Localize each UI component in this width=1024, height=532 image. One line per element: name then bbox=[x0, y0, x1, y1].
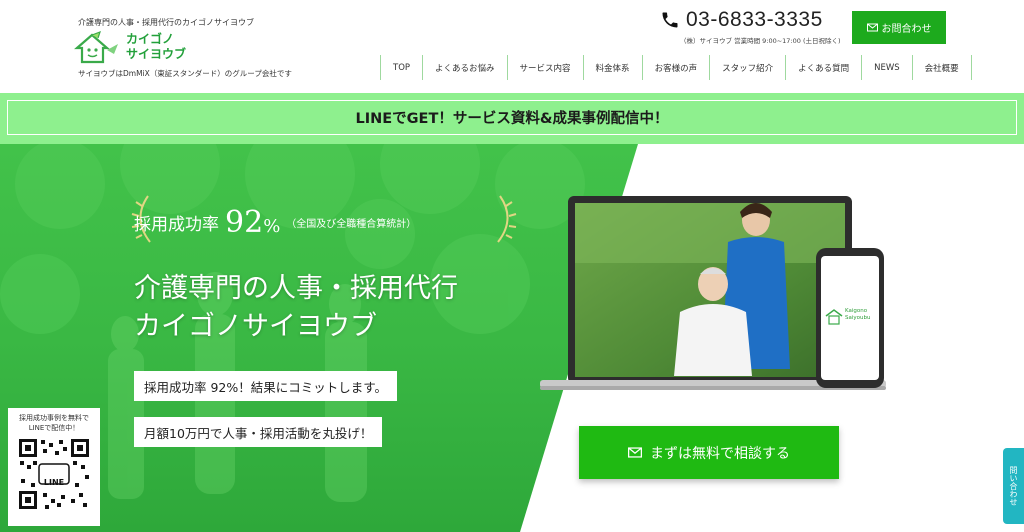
side-contact-tab[interactable]: 問い合わせ bbox=[1003, 448, 1024, 524]
success-rate-label: 採用成功率 bbox=[134, 214, 219, 235]
hero-title-line-2: カイゴノサイヨウブ bbox=[134, 311, 377, 342]
site-logo[interactable]: カイゴノ サイヨウブ bbox=[74, 30, 214, 66]
cta-label: まずは無料で相談する bbox=[650, 445, 790, 462]
phone-logo: Kaigono Saiyoubu bbox=[845, 308, 870, 322]
qr-caption: 採用成功事例を無料で LINEで配信中！ bbox=[8, 413, 100, 433]
phone-logo-line-1: Kaigono bbox=[845, 308, 868, 314]
mail-icon bbox=[866, 23, 878, 32]
nav-item-services[interactable]: サービス内容 bbox=[506, 55, 583, 80]
nav-item-company[interactable]: 会社概要 bbox=[911, 55, 972, 80]
logo-line-2: サイヨウブ bbox=[126, 47, 187, 61]
hero-section: Kaigono Saiyoubu 採用成功率 92% （全国及び全職種合算統計）… bbox=[0, 144, 1024, 532]
nav-item-news[interactable]: NEWS bbox=[861, 55, 912, 80]
line-qr-card[interactable]: 採用成功事例を無料で LINEで配信中！ LINE bbox=[8, 408, 100, 526]
contact-button-label: お問合わせ bbox=[881, 24, 932, 35]
rate-unit: % bbox=[263, 215, 281, 237]
business-hours: （株）サイヨウブ 営業時間 9:00~17:00 (土日祝除く) bbox=[680, 37, 841, 45]
hero-title-line-1: 介護専門の人事・採用代行 bbox=[134, 273, 458, 304]
line-banner: LINEでGET！サービス資料&成果事例配信中！ bbox=[0, 93, 1024, 144]
hero-pill-price: 月額10万円で人事・採用活動を丸投げ！ bbox=[134, 417, 383, 447]
success-rate-value: 92% bbox=[225, 205, 280, 240]
phone-number[interactable]: 03-6833-3335 bbox=[686, 8, 823, 32]
line-qr-code-icon bbox=[17, 437, 91, 511]
nav-item-top[interactable]: TOP bbox=[380, 55, 422, 80]
line-banner-link[interactable]: LINEでGET！サービス資料&成果事例配信中！ bbox=[7, 100, 1017, 135]
hero-pill-rate: 採用成功率 92%！結果にコミットします。 bbox=[134, 371, 398, 401]
success-rate-note: （全国及び全職種合算統計） bbox=[286, 218, 417, 230]
success-rate: 採用成功率 92% （全国及び全職種合算統計） bbox=[134, 202, 416, 242]
mail-icon bbox=[628, 447, 642, 458]
qr-line-text: LINE bbox=[43, 478, 65, 487]
header-subtag: サイヨウブはDmMiX（東証スタンダード）のグループ会社です bbox=[78, 69, 292, 78]
qr-caption-line-1: 採用成功事例を無料で bbox=[19, 414, 89, 422]
rate-value: 92 bbox=[225, 204, 264, 240]
nav-item-worries[interactable]: よくあるお悩み bbox=[422, 55, 507, 80]
nav-item-testimonials[interactable]: お客様の声 bbox=[641, 55, 710, 80]
phone-icon bbox=[662, 12, 678, 28]
hero-title: 介護専門の人事・採用代行 カイゴノサイヨウブ bbox=[134, 270, 458, 346]
house-logo-icon bbox=[74, 30, 118, 64]
free-consultation-button[interactable]: まずは無料で相談する bbox=[579, 426, 839, 479]
nav-item-staff[interactable]: スタッフ紹介 bbox=[709, 55, 785, 80]
contact-button[interactable]: お問合わせ bbox=[852, 11, 946, 44]
site-header: 介護専門の人事・採用代行のカイゴノサイヨウブ カイゴノ サイヨウブ サイヨウブは… bbox=[0, 0, 1024, 92]
nav-item-faq[interactable]: よくある質問 bbox=[785, 55, 861, 80]
qr-caption-line-2: LINEで配信中！ bbox=[28, 424, 80, 432]
side-tab-label: 問い合わせ bbox=[1009, 466, 1018, 506]
header-phone[interactable]: 03-6833-3335 bbox=[660, 8, 823, 32]
phone-logo-line-2: Saiyoubu bbox=[845, 315, 871, 321]
main-nav: TOP よくあるお悩み サービス内容 料金体系 お客様の声 スタッフ紹介 よくあ… bbox=[380, 55, 972, 80]
header-tagline: 介護専門の人事・採用代行のカイゴノサイヨウブ bbox=[78, 18, 254, 27]
nav-item-pricing[interactable]: 料金体系 bbox=[582, 55, 642, 80]
logo-text: カイゴノ サイヨウブ bbox=[126, 32, 186, 62]
logo-line-1: カイゴノ bbox=[126, 32, 175, 46]
